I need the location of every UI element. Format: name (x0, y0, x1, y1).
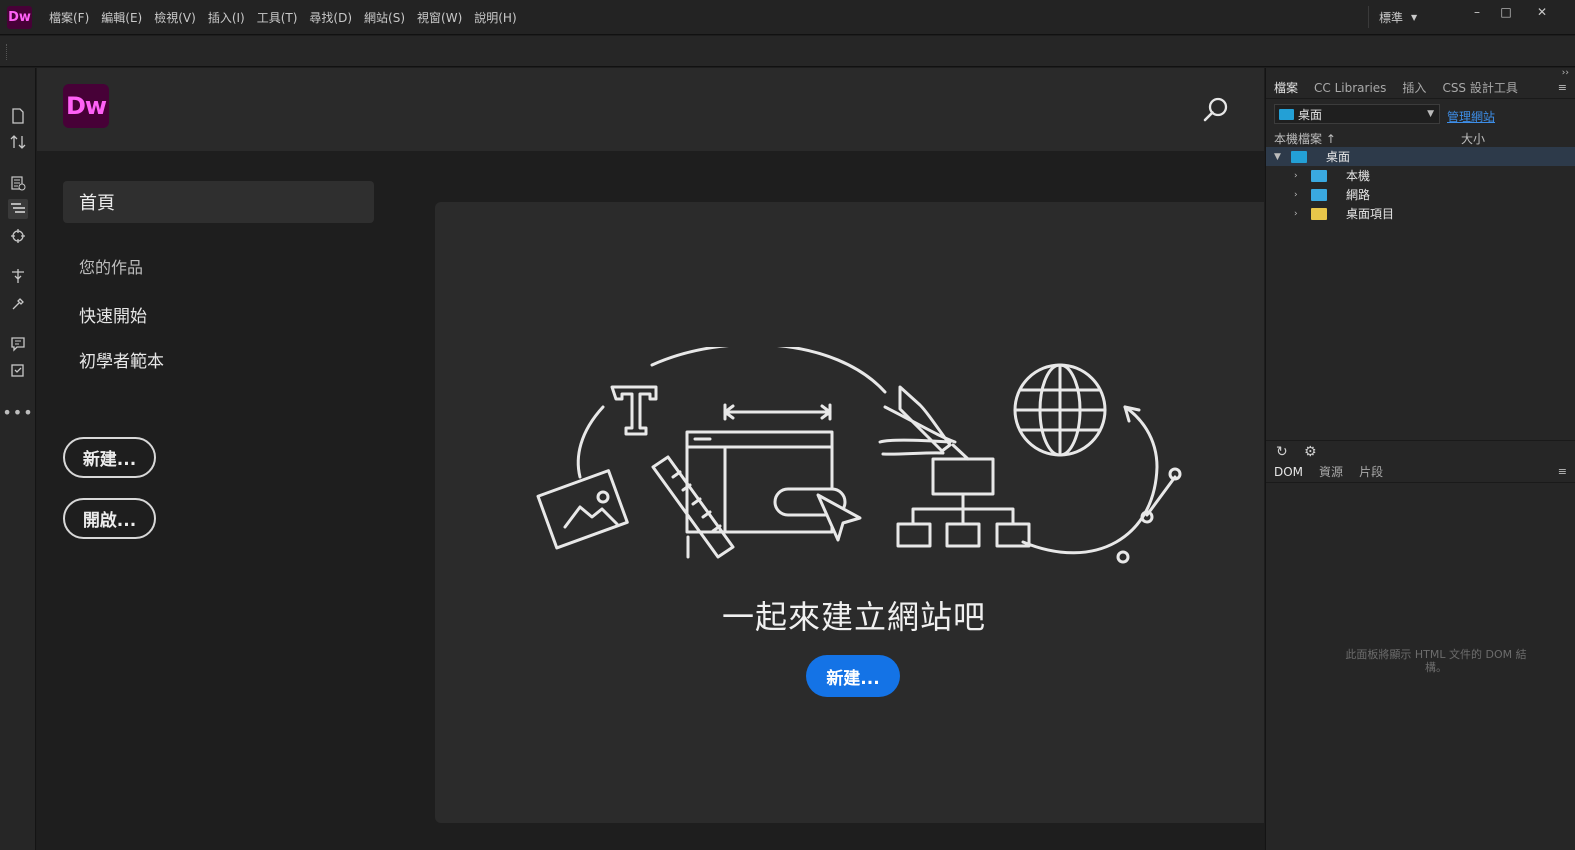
panel-menu-icon[interactable]: ≡ (1558, 465, 1567, 478)
new-button[interactable]: 新建... (63, 437, 156, 478)
site-select[interactable]: 桌面 ▼ (1274, 104, 1440, 124)
chevron-down-icon: ▼ (1427, 109, 1434, 119)
right-panels: › › 檔案 CC Libraries 插入 CSS 設計工具 ≡ 桌面 ▼ 管理… (1265, 68, 1575, 850)
manage-sites-link[interactable]: 管理網站 (1447, 108, 1495, 125)
menu-window[interactable]: 視窗(W) (412, 9, 467, 26)
dom-panel-icon[interactable] (8, 199, 28, 219)
left-toolbar: ••• (0, 68, 36, 850)
menu-site[interactable]: 網站(S) (359, 9, 410, 26)
dom-message-line: 此面板將顯示 HTML 文件的 DOM 結 (1345, 648, 1527, 661)
chevron-down-icon[interactable]: ▼ (1274, 152, 1281, 162)
menu-insert[interactable]: 插入(I) (203, 9, 250, 26)
tab-dom[interactable]: DOM (1266, 465, 1311, 479)
close-button[interactable]: ✕ (1527, 2, 1557, 22)
main-menu: 檔案(F) 編輯(E) 檢視(V) 插入(I) 工具(T) 尋找(D) 網站(S… (44, 0, 524, 35)
refresh-icon[interactable]: ↻ (1276, 444, 1288, 460)
hero-title: 一起來建立網站吧 (721, 598, 986, 636)
app-logo: Dw (7, 6, 32, 29)
chevron-right-icon[interactable]: › (1294, 209, 1298, 219)
site-select-value: 桌面 (1298, 107, 1323, 122)
document-toolbar (0, 36, 1575, 67)
menu-find[interactable]: 尋找(D) (304, 9, 357, 26)
workspace-label: 標準 (1379, 10, 1404, 25)
files-panel-footer: ↻ ⚙ (1266, 440, 1575, 462)
workspace-selector[interactable]: 標準 ▼ (1368, 6, 1430, 28)
tree-item-network[interactable]: › 網路 (1266, 185, 1575, 204)
search-icon (1203, 97, 1228, 122)
chevron-right-icon[interactable]: › (1294, 171, 1298, 181)
tree-item-label: 網路 (1346, 188, 1371, 202)
toolbar-grip[interactable] (6, 44, 9, 60)
column-size[interactable]: 大小 (1461, 130, 1485, 147)
tab-snippets[interactable]: 片段 (1351, 463, 1391, 480)
tree-item-desktop-items[interactable]: › 桌面項目 (1266, 204, 1575, 223)
menu-edit[interactable]: 編輯(E) (96, 9, 147, 26)
website-illustration (536, 347, 1182, 564)
menu-bar: Dw 檔案(F) 編輯(E) 檢視(V) 插入(I) 工具(T) 尋找(D) 網… (0, 0, 1575, 35)
tab-assets[interactable]: 資源 (1311, 463, 1351, 480)
home-screen: Dw 首頁 您的作品 快速開始 初學者範本 新建... 開啟... 一起來建立網… (37, 68, 1264, 850)
hero-new-button[interactable]: 新建... (806, 655, 900, 697)
files-panel-tabs: 檔案 CC Libraries 插入 CSS 設計工具 (1266, 77, 1575, 99)
file-transfer-icon[interactable] (8, 132, 28, 152)
folder-icon (1311, 207, 1327, 220)
dom-message-line: 構。 (1425, 661, 1447, 674)
tab-cc-libraries[interactable]: CC Libraries (1306, 81, 1394, 95)
tab-files[interactable]: 檔案 (1266, 79, 1306, 96)
properties-icon[interactable] (8, 173, 28, 193)
connect-icon[interactable]: ⚙ (1304, 444, 1317, 460)
more-tools-icon[interactable]: ••• (2, 402, 32, 422)
dom-empty-message: 此面板將顯示 HTML 文件的 DOM 結 構。 (1306, 648, 1566, 674)
column-local-files[interactable]: 本機檔案 ↑ (1274, 130, 1336, 147)
tree-item-desktop[interactable]: ▼ 桌面 (1266, 147, 1575, 166)
tab-css-designer[interactable]: CSS 設計工具 (1434, 79, 1525, 96)
chevron-right-icon[interactable]: › (1294, 190, 1298, 200)
panel-menu-icon[interactable]: ≡ (1558, 81, 1567, 94)
home-header: Dw (37, 68, 1264, 151)
comment-icon[interactable] (8, 334, 28, 354)
desktop-icon (1291, 150, 1307, 163)
open-documents-icon[interactable] (8, 106, 28, 126)
network-icon (1311, 188, 1327, 201)
tree-item-label: 桌面 (1326, 150, 1351, 164)
target-icon[interactable] (8, 226, 28, 246)
validate-icon[interactable] (8, 361, 28, 381)
menu-file[interactable]: 檔案(F) (44, 9, 94, 26)
hero-panel: 一起來建立網站吧 新建... (435, 202, 1264, 823)
desktop-icon (1279, 108, 1294, 120)
chevron-down-icon: ▼ (1411, 12, 1418, 22)
search-button[interactable] (1200, 94, 1232, 126)
menu-view[interactable]: 檢視(V) (149, 9, 201, 26)
menu-tools[interactable]: 工具(T) (252, 9, 303, 26)
menu-help[interactable]: 說明(H) (469, 9, 521, 26)
nav-home[interactable]: 首頁 (63, 181, 374, 223)
tab-insert[interactable]: 插入 (1394, 79, 1434, 96)
eyedropper-icon[interactable] (8, 294, 28, 314)
tree-item-label: 桌面項目 (1346, 207, 1395, 221)
dreamweaver-logo: Dw (63, 84, 109, 128)
nav-starter-templates[interactable]: 初學者範本 (79, 347, 164, 372)
tree-item-this-pc[interactable]: › 本機 (1266, 166, 1575, 185)
open-button[interactable]: 開啟... (63, 498, 156, 539)
dom-panel-tabs: DOM 資源 片段 (1266, 461, 1575, 483)
nav-section-your-work: 您的作品 (79, 258, 144, 277)
split-code-icon[interactable] (8, 266, 28, 286)
maximize-button[interactable]: □ (1491, 2, 1521, 22)
nav-quick-start[interactable]: 快速開始 (79, 302, 147, 327)
tree-item-label: 本機 (1346, 169, 1371, 183)
minimize-button[interactable]: – (1462, 2, 1492, 22)
computer-icon (1311, 169, 1327, 182)
